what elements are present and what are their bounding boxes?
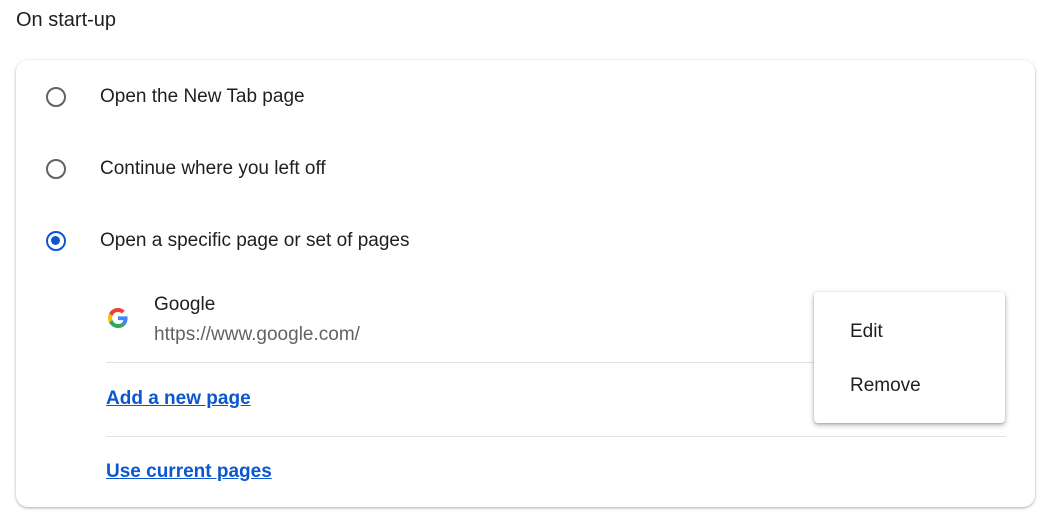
- radio-label: Open the New Tab page: [100, 86, 305, 107]
- add-new-page-link[interactable]: Add a new page: [106, 388, 251, 410]
- section-title: On start-up: [16, 9, 117, 31]
- use-current-pages-link[interactable]: Use current pages: [106, 461, 272, 483]
- radio-button[interactable]: [46, 87, 66, 107]
- page-context-menu: Edit Remove: [814, 292, 1005, 423]
- radio-option-new-tab[interactable]: Open the New Tab page: [16, 67, 1035, 127]
- radio-option-specific-pages[interactable]: Open a specific page or set of pages: [16, 211, 1035, 271]
- google-g-icon: [108, 308, 128, 328]
- menu-item-edit[interactable]: Edit: [814, 307, 1005, 357]
- use-current-pages-row: Use current pages: [106, 437, 1006, 509]
- radio-label: Continue where you left off: [100, 158, 326, 179]
- menu-item-label: Edit: [850, 321, 883, 342]
- page-name: Google: [154, 294, 216, 315]
- radio-option-continue[interactable]: Continue where you left off: [16, 139, 1035, 199]
- page-url: https://www.google.com/: [154, 324, 360, 345]
- menu-item-label: Remove: [850, 375, 921, 396]
- startup-settings-card: Open the New Tab page Continue where you…: [16, 60, 1035, 507]
- menu-item-remove[interactable]: Remove: [814, 361, 1005, 411]
- radio-label: Open a specific page or set of pages: [100, 230, 410, 251]
- radio-button-selected[interactable]: [46, 231, 66, 251]
- radio-button[interactable]: [46, 159, 66, 179]
